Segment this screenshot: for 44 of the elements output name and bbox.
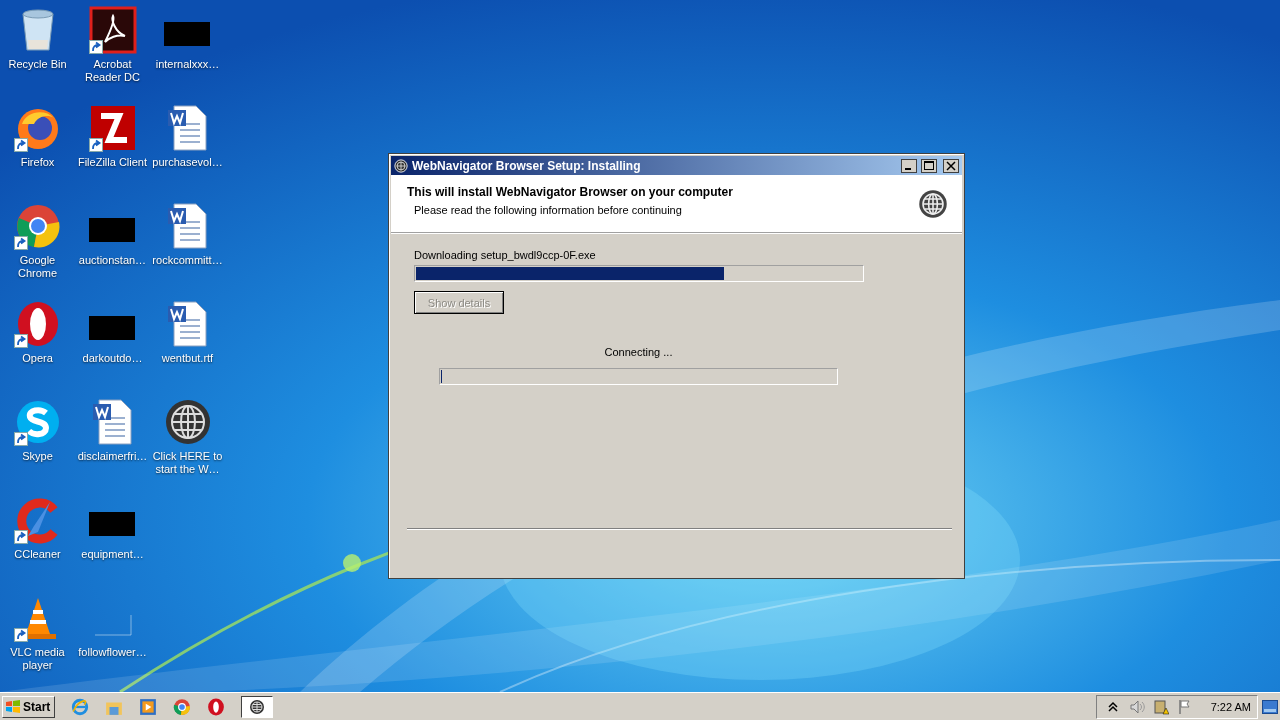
header-subtitle: Please read the following information before continuing xyxy=(413,204,683,216)
windows-logo-icon xyxy=(5,699,21,714)
desktop-icon-label[interactable]: CCleaner xyxy=(0,548,75,561)
close-button[interactable] xyxy=(943,158,959,173)
desktop-icon-label[interactable]: Firefox xyxy=(0,156,75,169)
clock[interactable]: 7:22 AM xyxy=(1210,700,1251,713)
desktop-icon-label[interactable]: darkoutdo… xyxy=(75,352,150,365)
desktop-icon-label[interactable]: Google Chrome xyxy=(0,254,75,280)
desktop-icon-label[interactable]: VLC media player xyxy=(0,646,75,672)
opera-icon[interactable] xyxy=(207,697,226,716)
globe-icon xyxy=(918,188,948,219)
globe-icon[interactable] xyxy=(249,698,266,715)
globe-icon xyxy=(163,398,212,446)
desktop-icon-label[interactable]: purchasevol… xyxy=(150,156,225,169)
show-desktop-icon[interactable] xyxy=(1262,699,1278,714)
minimize-button[interactable] xyxy=(901,158,917,173)
network-warning-icon[interactable] xyxy=(1152,698,1169,715)
desktop-icon-label[interactable]: auctionstan… xyxy=(75,254,150,267)
maximize-button[interactable] xyxy=(921,158,937,173)
desktop-icon-label[interactable]: Opera xyxy=(0,352,75,365)
flag-icon[interactable] xyxy=(1176,698,1193,715)
speaker-icon[interactable] xyxy=(1128,698,1145,715)
globe-icon xyxy=(394,158,408,173)
desktop-icon-label[interactable]: followflower… xyxy=(75,646,150,659)
desktop-icon-label[interactable]: Acrobat Reader DC xyxy=(75,58,150,84)
blank-file-icon xyxy=(93,614,132,636)
desktop-icon-label[interactable]: FileZilla Client xyxy=(75,156,150,169)
header-title: This will install WebNavigator Browser on your computer xyxy=(407,185,734,199)
desktop-icon-label[interactable]: Recycle Bin xyxy=(0,58,75,71)
desktop-icon-label[interactable]: equipment… xyxy=(75,548,150,561)
desktop-icon-label[interactable]: wentbut.rtf xyxy=(150,352,225,365)
status-text: Connecting ... xyxy=(604,346,673,358)
taskbar-window-button[interactable] xyxy=(241,695,274,718)
desktop-icon-label[interactable]: rockcommitt… xyxy=(150,254,225,267)
window-title: WebNavigator Browser Setup: Installing xyxy=(412,158,642,173)
desktop-icon-label[interactable]: Click HERE to start the W… xyxy=(150,450,225,476)
desktop-icon-label[interactable]: internalxxx… xyxy=(150,58,225,71)
desktop-icon-label[interactable]: Skype xyxy=(0,450,75,463)
chrome-icon[interactable] xyxy=(173,697,192,716)
download-label: Downloading setup_bwdl9ccp-0F.exe xyxy=(414,249,597,261)
pdf-reader-icon xyxy=(88,6,137,54)
desktop-icon-label[interactable]: disclaimerfri… xyxy=(75,450,150,463)
media-player-icon[interactable] xyxy=(139,697,158,716)
start-button[interactable]: Start xyxy=(2,695,56,718)
